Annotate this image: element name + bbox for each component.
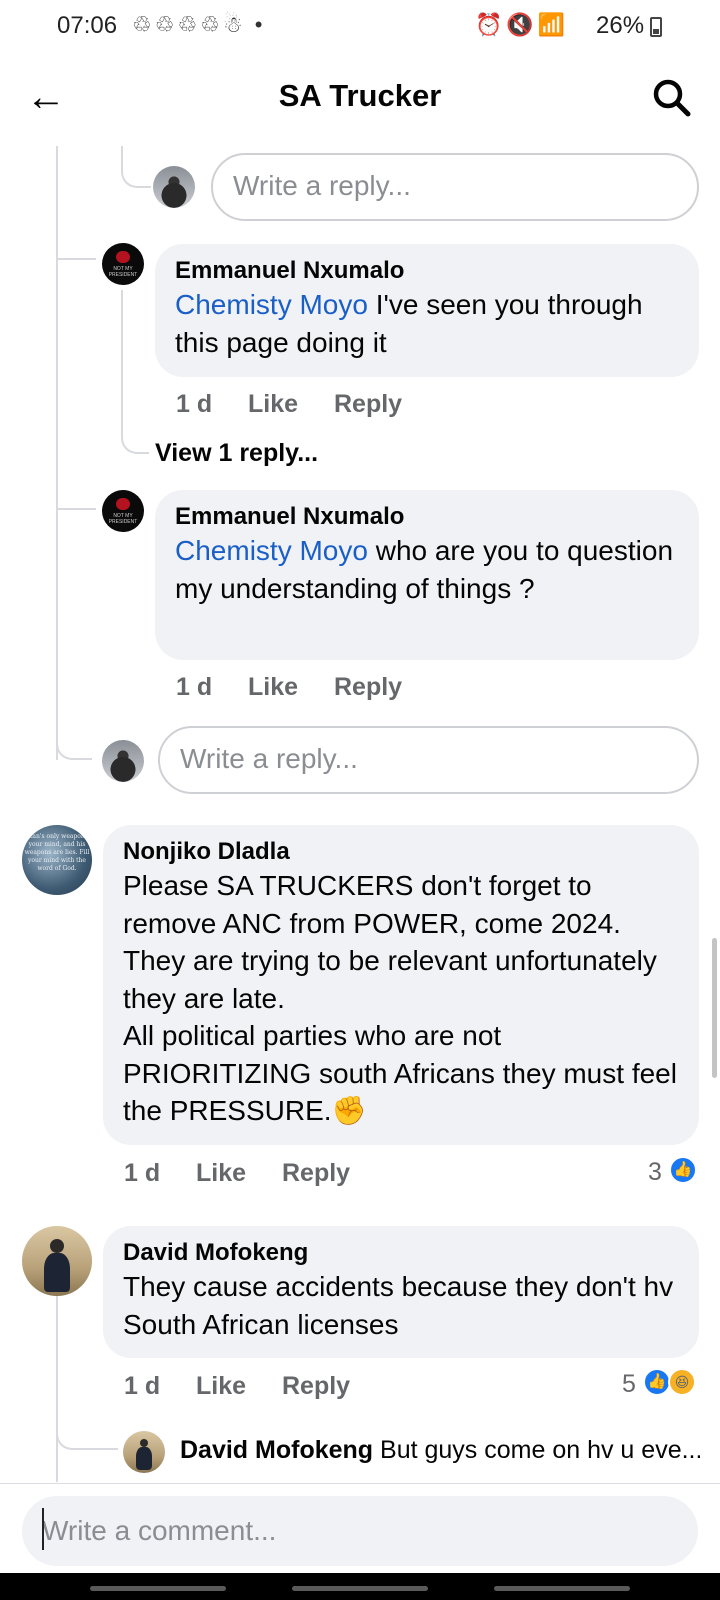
avatar[interactable]: NOT MY PRESIDENT (102, 490, 144, 532)
comment-time: 1 d (176, 673, 213, 701)
text-caret (42, 1508, 44, 1550)
reply-button[interactable]: Reply (334, 673, 402, 702)
scrollbar[interactable] (712, 938, 717, 1078)
rose-icon (116, 497, 130, 511)
like-button[interactable]: Like (248, 390, 298, 419)
rose-icon (116, 250, 130, 264)
comment-actions: 1 d Like Reply (124, 1159, 424, 1191)
avatar-text: NOT MY PRESIDENT (108, 266, 138, 279)
like-reaction-icon: 👍 (669, 1156, 697, 1184)
like-button[interactable]: Like (248, 673, 298, 702)
thread-line (56, 1272, 58, 1482)
reply-button[interactable]: Reply (282, 1159, 350, 1188)
comment-bubble[interactable]: David Mofokeng They cause accidents beca… (103, 1226, 699, 1358)
reply-input[interactable]: Write a reply... (158, 726, 699, 794)
thread-line (56, 146, 58, 760)
avatar[interactable] (123, 1431, 165, 1473)
app-header: ← SA Trucker (0, 54, 720, 144)
like-button[interactable]: Like (196, 1159, 246, 1188)
comment-time: 1 d (176, 390, 213, 418)
comment-author[interactable]: Emmanuel Nxumalo (175, 256, 679, 286)
comment-text: They cause accidents because they don't … (123, 1271, 674, 1340)
comment-bubble[interactable]: Nonjiko Dladla Please SA TRUCKERS don't … (103, 825, 699, 1145)
current-user-avatar (153, 166, 195, 208)
reactions-summary[interactable]: 3 👍 (640, 1156, 702, 1188)
current-user-avatar (102, 740, 144, 782)
thread-line (56, 742, 92, 760)
avatar-text: NOT MY PRESIDENT (108, 513, 138, 526)
thread-line (56, 490, 96, 510)
reaction-count: 3 (648, 1158, 662, 1186)
like-reaction-icon: 👍 (643, 1368, 671, 1396)
back-button[interactable] (494, 1586, 630, 1591)
notification-icons: ♲♲♲♲☃ • (132, 12, 266, 37)
status-time: 07:06 (57, 12, 118, 39)
battery-percent: 26% (596, 12, 645, 39)
thread-line (56, 1420, 118, 1450)
avatar[interactable]: NOT MY PRESIDENT (102, 243, 144, 285)
mention-link[interactable]: Chemisty Moyo (175, 289, 368, 320)
reply-preview-text: But guys come on hv u eve... (380, 1436, 700, 1464)
comment-text: Chemisty Moyo I've seen you through this… (175, 286, 679, 361)
thread-line (121, 290, 149, 454)
recents-button[interactable] (90, 1586, 226, 1591)
comment-time: 1 d (124, 1372, 161, 1400)
thread-line (121, 146, 151, 188)
reply-button[interactable]: Reply (334, 390, 402, 419)
comment-author[interactable]: Nonjiko Dladla (123, 837, 679, 867)
comment-text: Please SA TRUCKERS don't forget to remov… (123, 870, 677, 1126)
comment-composer: Write a comment... (0, 1483, 720, 1573)
comment-input[interactable]: Write a comment... (22, 1496, 698, 1566)
mention-link[interactable]: Chemisty Moyo (175, 535, 368, 566)
comment-author[interactable]: David Mofokeng (123, 1238, 679, 1268)
comment-actions: 1 d Like Reply (176, 673, 476, 705)
comment-time: 1 d (124, 1159, 161, 1187)
haha-reaction-icon: 😆 (668, 1368, 696, 1396)
page-title: SA Trucker (278, 78, 442, 113)
reply-author[interactable]: David Mofokeng (180, 1436, 373, 1464)
home-button[interactable] (292, 1586, 428, 1591)
reply-button[interactable]: Reply (282, 1372, 350, 1401)
comment-text: Chemisty Moyo who are you to question my… (175, 532, 679, 607)
avatar[interactable]: Satan's only weapon is your mind, and hi… (22, 825, 92, 895)
reactions-summary[interactable]: 5 👍 😆 (612, 1368, 704, 1400)
comment-author[interactable]: Emmanuel Nxumalo (175, 502, 679, 532)
battery-icon (650, 17, 662, 37)
reply-preview[interactable]: David Mofokeng But guys come on hv u eve… (180, 1436, 700, 1470)
comment-actions: 1 d Like Reply (176, 390, 476, 422)
comment-actions: 1 d Like Reply (124, 1372, 424, 1404)
reaction-count: 5 (622, 1370, 636, 1398)
comment-bubble[interactable]: Emmanuel Nxumalo Chemisty Moyo who are y… (155, 490, 699, 660)
view-replies-link[interactable]: View 1 reply... (155, 439, 318, 468)
system-navigation-bar (0, 1573, 720, 1600)
system-status-icons: ⏰🔇📶 (475, 12, 570, 37)
status-bar: 07:06 ♲♲♲♲☃ • ⏰🔇📶 26% (0, 0, 720, 54)
avatar-text: Satan's only weapon is your mind, and hi… (22, 833, 92, 873)
thread-line (56, 240, 96, 260)
like-button[interactable]: Like (196, 1372, 246, 1401)
reply-input[interactable]: Write a reply... (211, 153, 699, 221)
comment-bubble[interactable]: Emmanuel Nxumalo Chemisty Moyo I've seen… (155, 244, 699, 377)
search-icon[interactable] (648, 74, 696, 122)
avatar[interactable] (22, 1226, 92, 1296)
